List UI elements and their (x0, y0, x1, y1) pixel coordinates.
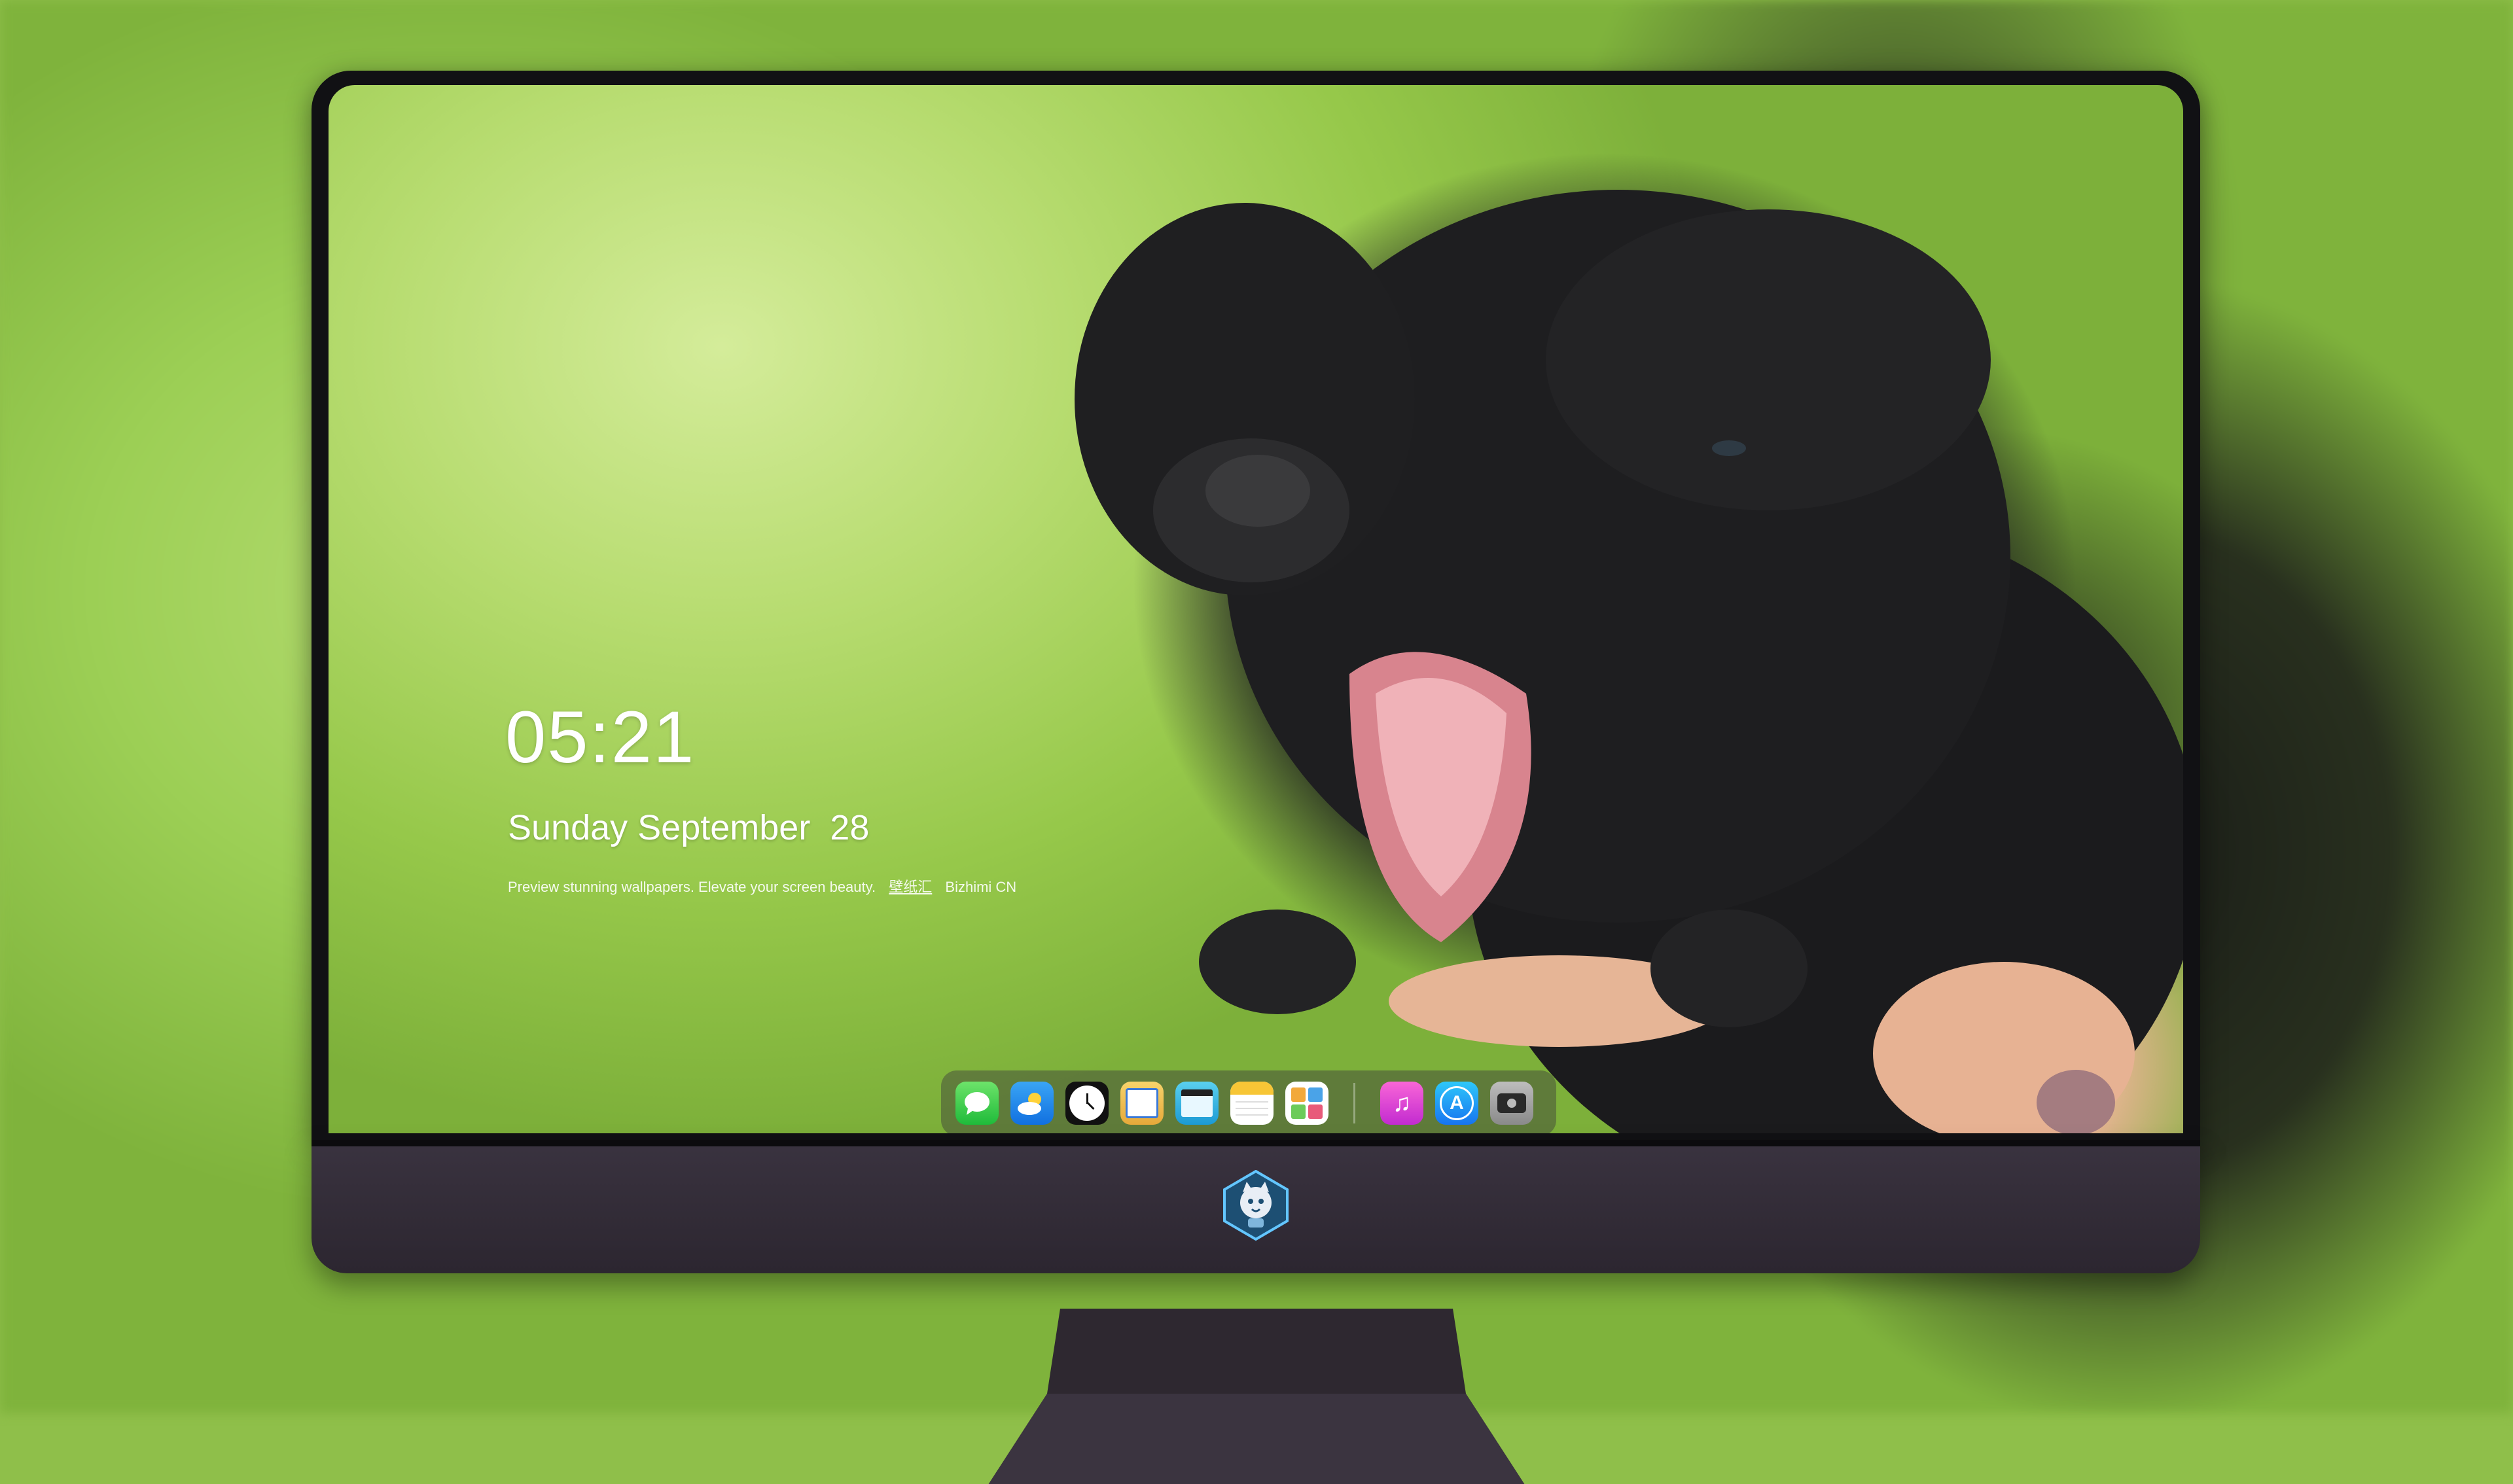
notes-app-icon[interactable] (1230, 1082, 1274, 1125)
messages-app-icon[interactable] (955, 1082, 999, 1125)
tagline-text: Preview stunning wallpapers. Elevate you… (508, 879, 876, 895)
app-store-app-icon[interactable]: A (1435, 1082, 1478, 1125)
photo-booth-app-icon[interactable] (1285, 1082, 1328, 1125)
dock: ♫ A (941, 1070, 1556, 1133)
dock-separator (1353, 1083, 1355, 1123)
desktop-screen: 05:21 Sunday September 28 Preview stunni… (329, 85, 2183, 1133)
clips-app-icon[interactable] (1175, 1082, 1219, 1125)
tagline-brand[interactable]: Bizhimi CN (945, 879, 1016, 895)
lock-screen-time: 05:21 (505, 696, 696, 778)
chin-divider (312, 1140, 2200, 1146)
monitor: 05:21 Sunday September 28 Preview stunni… (312, 71, 2200, 1484)
wallpaper-tagline: Preview stunning wallpapers. Elevate you… (508, 875, 1025, 896)
lock-screen-date: Sunday September 28 (508, 808, 870, 847)
preview-app-icon[interactable] (1120, 1082, 1164, 1125)
tagline-chinese-brand[interactable]: 壁纸汇 (889, 879, 932, 895)
cat-mascot-logo-icon (1223, 1170, 1289, 1241)
puppy-wallpaper-image (1075, 190, 2183, 1133)
clock-app-icon[interactable] (1065, 1082, 1109, 1125)
music-app-icon[interactable]: ♫ (1380, 1082, 1423, 1125)
monitor-stand (988, 1309, 1525, 1484)
screenshot-app-icon[interactable] (1490, 1082, 1533, 1125)
weather-app-icon[interactable] (1010, 1082, 1054, 1125)
